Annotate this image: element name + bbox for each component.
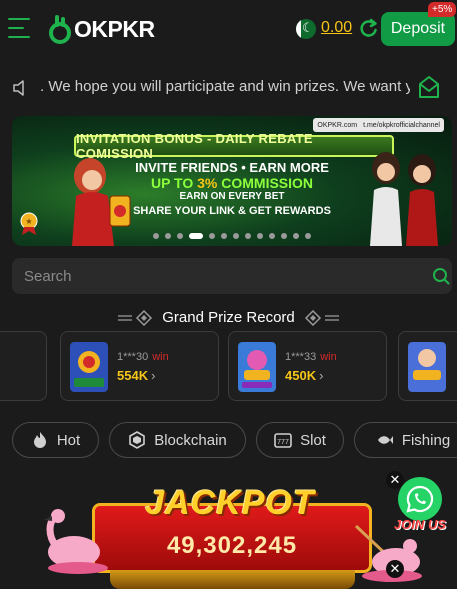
carousel-dot[interactable]: [221, 233, 227, 239]
record-card[interactable]: [0, 331, 47, 401]
search-input[interactable]: [24, 266, 414, 286]
whatsapp-icon: [406, 485, 434, 513]
carousel-dot[interactable]: [189, 233, 203, 239]
record-card[interactable]: 1***30 win 554K ›: [60, 331, 219, 401]
category-label: Hot: [56, 431, 81, 449]
category-label: Fishing: [401, 431, 451, 449]
marquee-text: . We hope you will participate and win p…: [40, 78, 410, 95]
close-icon[interactable]: ✕: [386, 560, 404, 578]
flamingo-left-illustration: [44, 509, 108, 574]
banner-title: INVITATION BONUS - DAILY REBATE COMISSIO…: [74, 131, 394, 161]
record-user-id: 1***30: [117, 351, 149, 363]
category-label: Slot: [300, 431, 326, 449]
join-us-label[interactable]: JOIN US: [394, 517, 446, 532]
promo-banner[interactable]: OKPKR.com t.me/okpkrofficialchannel INVI…: [12, 116, 452, 246]
menu-icon[interactable]: [8, 18, 30, 38]
banner-tag-channel: t.me/okpkrofficialchannel: [363, 121, 440, 129]
balance-amount[interactable]: 0.00: [321, 19, 352, 37]
whatsapp-button[interactable]: [398, 477, 442, 521]
fish-icon: [377, 436, 393, 444]
chevron-right-icon: ›: [319, 368, 324, 383]
category-fishing[interactable]: Fishing: [354, 422, 457, 458]
diamond-left-icon: [118, 309, 153, 326]
banner-girls-right-illustration: [370, 152, 438, 246]
carousel-dot[interactable]: [177, 233, 183, 239]
grand-prize-title: Grand Prize Record: [162, 309, 295, 326]
category-blockchain[interactable]: Blockchain: [109, 422, 246, 458]
record-amount: 554K ›: [117, 368, 155, 383]
banner-tag-site: OKPKR.com: [317, 121, 358, 129]
logo-ok: OK: [74, 15, 108, 42]
search-icon[interactable]: [432, 267, 450, 285]
category-hot[interactable]: Hot: [12, 422, 99, 458]
page: OKPKR 0.00 Deposit +5% . We hope you wil…: [0, 0, 457, 589]
game-categories: Hot Blockchain 777 Slot Fishing: [0, 422, 457, 458]
carousel-dot[interactable]: [281, 233, 287, 239]
blockchain-icon: [129, 431, 146, 449]
logo-mark-icon: [49, 15, 71, 44]
banner-line2-prefix: UP TO: [150, 175, 198, 191]
svg-text:777: 777: [277, 439, 289, 446]
refresh-icon[interactable]: [357, 17, 379, 39]
slot-icon: 777: [274, 433, 292, 448]
flame-icon: [33, 432, 46, 448]
carousel-dot[interactable]: [165, 233, 171, 239]
record-card[interactable]: 1***33 win 450K ›: [228, 331, 387, 401]
carousel-dot[interactable]: [293, 233, 299, 239]
pakistan-flag-icon: [296, 19, 316, 39]
record-amount-value: 450K: [285, 368, 317, 383]
carousel-dot[interactable]: [245, 233, 251, 239]
diamond-right-icon: [304, 309, 339, 326]
carousel-dot[interactable]: [233, 233, 239, 239]
mail-icon[interactable]: [417, 74, 441, 100]
banner-line2-num: 3%: [197, 175, 218, 191]
search-bar: [12, 258, 452, 294]
jackpot-base: [110, 570, 355, 589]
logo[interactable]: OKPKR: [48, 14, 155, 44]
carousel-dots: [12, 233, 452, 239]
logo-pkr: PKR: [107, 15, 156, 42]
category-slot[interactable]: 777 Slot: [256, 422, 344, 458]
svg-text:★: ★: [25, 217, 32, 226]
game-thumbnail-icon: [70, 342, 108, 392]
record-user-id: 1***33: [285, 351, 317, 363]
banner-line2-suffix: COMMISSION: [217, 175, 314, 191]
speaker-icon: [13, 80, 24, 96]
announcement-marquee: . We hope you will participate and win p…: [0, 72, 457, 104]
grand-prize-records: 1***30 win 554K › 1***33 win 450K ›: [0, 331, 457, 401]
carousel-dot[interactable]: [153, 233, 159, 239]
record-card[interactable]: [398, 331, 457, 401]
carousel-dot[interactable]: [269, 233, 275, 239]
header: OKPKR 0.00 Deposit +5%: [0, 0, 457, 58]
deposit-bonus-badge: +5%: [428, 2, 457, 17]
grand-prize-header: Grand Prize Record: [0, 309, 457, 326]
record-win-label: win: [320, 351, 337, 363]
logo-text: OKPKR: [74, 16, 155, 43]
record-user: 1***30 win: [117, 351, 169, 363]
jackpot-title: JACKPOT: [145, 484, 315, 522]
category-label: Blockchain: [154, 431, 227, 449]
carousel-dot[interactable]: [209, 233, 215, 239]
deposit-button[interactable]: Deposit: [381, 12, 455, 46]
carousel-dot[interactable]: [257, 233, 263, 239]
game-thumbnail-icon: [238, 342, 276, 392]
record-amount-value: 554K: [117, 368, 149, 383]
record-amount: 450K ›: [285, 368, 323, 383]
record-win-label: win: [152, 351, 169, 363]
record-user: 1***33 win: [285, 351, 337, 363]
chevron-right-icon: ›: [151, 368, 156, 383]
carousel-dot[interactable]: [305, 233, 311, 239]
game-thumbnail-icon: [408, 342, 446, 392]
jackpot-value: 49,302,245: [166, 532, 298, 559]
banner-tagbar: OKPKR.com t.me/okpkrofficialchannel: [313, 118, 444, 132]
